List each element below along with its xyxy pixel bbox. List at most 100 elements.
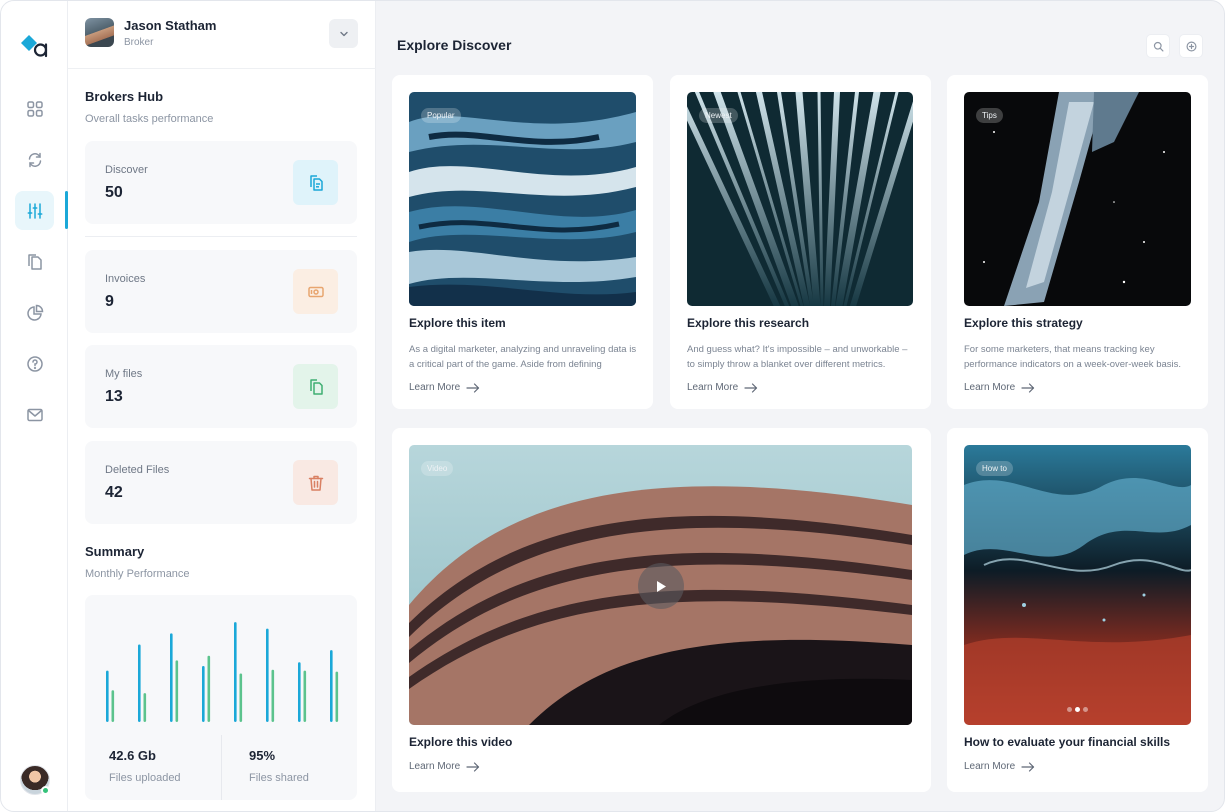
- chart-bar-series-2-8: [335, 671, 339, 722]
- stat-card-my-files[interactable]: My files 13: [85, 345, 357, 428]
- learn-more-link[interactable]: Learn More: [409, 382, 480, 393]
- summary-subtitle: Monthly Performance: [85, 568, 190, 580]
- add-button[interactable]: [1179, 34, 1203, 58]
- abstract-blue-paint-image: [409, 92, 636, 306]
- files-uploaded-label: Files uploaded: [109, 772, 181, 784]
- learn-more-link[interactable]: Learn More: [687, 382, 758, 393]
- learn-more-label: Learn More: [409, 761, 461, 772]
- stat-value: 9: [105, 293, 114, 310]
- carousel-dots: [1067, 707, 1088, 712]
- discover-card[interactable]: Popular Explore this item As a digital m…: [392, 75, 653, 409]
- stat-value: 42: [105, 484, 123, 501]
- stat-icon-box: [293, 460, 338, 505]
- documents-nav[interactable]: [15, 242, 54, 281]
- learn-more-link[interactable]: Learn More: [964, 382, 1035, 393]
- research-card[interactable]: Newest Explore this research And guess w…: [670, 75, 931, 409]
- files-uploaded-value: 42.6 Gb: [109, 748, 156, 763]
- arrow-right-icon: [1021, 761, 1035, 772]
- refresh-icon: [28, 152, 41, 167]
- search-icon: [1153, 41, 1163, 51]
- card-title: Explore this item: [409, 316, 506, 330]
- chart-bar-series-2-1: [111, 690, 115, 722]
- carousel-dot[interactable]: [1067, 707, 1072, 712]
- chart-bar-series-1-6: [266, 628, 269, 722]
- files-shared-value: 95%: [249, 748, 276, 763]
- chart-bar-series-2-4: [207, 655, 211, 722]
- profile-avatar[interactable]: [20, 765, 50, 795]
- video-card[interactable]: Video Explore this video Learn More: [392, 428, 931, 792]
- user-role: Broker: [124, 37, 154, 48]
- files-icon: [309, 378, 323, 395]
- card-description: And guess what? It's impossible – and un…: [687, 344, 908, 370]
- mail-icon: [26, 408, 43, 421]
- online-status-dot: [41, 786, 50, 795]
- video-player[interactable]: Video: [409, 445, 912, 725]
- pie-chart-icon: [26, 304, 43, 321]
- summary-card: 42.6 Gb Files uploaded 95% Files shared: [85, 595, 357, 800]
- stat-value: 50: [105, 184, 123, 201]
- card-title: Explore this strategy: [964, 316, 1083, 330]
- add-circle-icon: [1186, 41, 1196, 51]
- category-tag: How to: [976, 461, 1013, 476]
- summary-divider: [221, 735, 222, 800]
- brand-logo[interactable]: [19, 33, 51, 59]
- stat-label: Discover: [105, 164, 148, 176]
- chart-bar-series-2-5: [239, 673, 243, 722]
- stat-value: 13: [105, 388, 123, 405]
- stat-label: My files: [105, 368, 143, 380]
- search-button[interactable]: [1146, 34, 1170, 58]
- play-button[interactable]: [638, 563, 684, 609]
- app-window: Jason Statham Broker Brokers Hub Overall…: [0, 0, 1225, 812]
- carousel-dot[interactable]: [1083, 707, 1088, 712]
- card-description: As a digital marketer, analyzing and unr…: [409, 344, 637, 370]
- dashboard-nav[interactable]: [15, 89, 54, 128]
- strategy-card[interactable]: Tips Explore this strategy For some mark…: [947, 75, 1208, 409]
- stat-card-discover[interactable]: Discover 50: [85, 141, 357, 224]
- chart-bar-series-2-2: [143, 693, 147, 722]
- fluid-art-image: [964, 445, 1191, 725]
- category-tag: Video: [421, 461, 454, 476]
- chart-bar-series-2-7: [303, 670, 307, 722]
- user-avatar: [85, 18, 114, 47]
- chart-bar-series-1-8: [330, 650, 333, 722]
- reports-nav[interactable]: [15, 293, 54, 332]
- carousel-dot[interactable]: [1075, 707, 1080, 712]
- card-title: How to evaluate your financial skills: [964, 735, 1171, 749]
- monthly-performance-chart: [106, 622, 339, 722]
- stat-card-deleted-files[interactable]: Deleted Files 42: [85, 441, 357, 524]
- ice-shards-image: [964, 92, 1191, 306]
- card-description: For some marketers, that means tracking …: [964, 344, 1182, 370]
- arrow-right-icon: [744, 382, 758, 393]
- mail-nav[interactable]: [15, 395, 54, 434]
- chart-bar-series-1-3: [170, 633, 173, 722]
- category-tag: Popular: [421, 108, 461, 123]
- help-icon: [26, 355, 43, 372]
- learn-more-link[interactable]: Learn More: [409, 761, 480, 772]
- chart-bar-series-2-6: [271, 669, 275, 722]
- card-title: Explore this research: [687, 316, 810, 330]
- play-icon: [657, 580, 666, 592]
- learn-more-link[interactable]: Learn More: [964, 761, 1035, 772]
- stat-icon-box: [293, 160, 338, 205]
- user-menu-button[interactable]: [329, 19, 358, 48]
- learn-more-label: Learn More: [409, 382, 461, 393]
- stat-card-invoices[interactable]: Invoices 9: [85, 250, 357, 333]
- settings-nav[interactable]: [15, 191, 54, 230]
- user-name: Jason Statham: [124, 18, 217, 33]
- money-icon: [307, 286, 324, 297]
- card-image: Popular: [409, 92, 636, 306]
- trash-icon: [308, 475, 323, 491]
- chart-bar-series-2-3: [175, 660, 179, 722]
- chevron-down-icon: [339, 31, 348, 36]
- image-carousel[interactable]: How to: [964, 445, 1191, 725]
- light-streaks-image: [687, 92, 913, 306]
- chart-bar-series-1-5: [234, 622, 237, 722]
- help-nav[interactable]: [15, 344, 54, 383]
- stat-icon-box: [293, 269, 338, 314]
- sync-nav[interactable]: [15, 140, 54, 179]
- card-image: Newest: [687, 92, 913, 306]
- hub-title: Brokers Hub: [85, 89, 164, 104]
- how-to-card[interactable]: How to How to evaluate your financial sk…: [947, 428, 1208, 792]
- files-shared-label: Files shared: [249, 772, 309, 784]
- learn-more-label: Learn More: [964, 382, 1016, 393]
